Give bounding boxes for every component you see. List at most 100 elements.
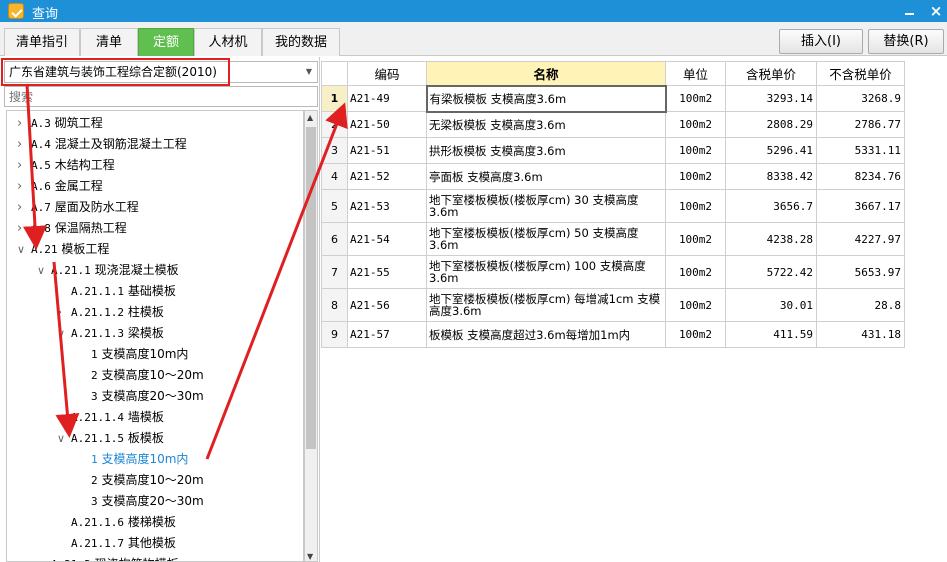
cell-notax-price[interactable]: 3667.17 bbox=[816, 189, 905, 223]
cell-code[interactable]: A21-54 bbox=[347, 222, 427, 256]
table-row[interactable]: 7 A21-55 地下室楼板模板(楼板厚cm) 100 支模高度3.6m 100m2 5… bbox=[321, 255, 905, 289]
tab-bill[interactable]: 清单 bbox=[80, 28, 138, 56]
tree-item-label: 屋面及防水工程 bbox=[54, 200, 139, 214]
row-number[interactable]: 7 bbox=[321, 255, 348, 289]
chevron-right-icon[interactable]: › bbox=[57, 407, 69, 428]
chevron-down-icon[interactable]: ∨ bbox=[37, 260, 49, 281]
cell-unit[interactable]: 100m2 bbox=[665, 137, 726, 164]
cell-unit[interactable]: 100m2 bbox=[665, 321, 726, 348]
cell-code[interactable]: A21-55 bbox=[347, 255, 427, 289]
row-number[interactable]: 4 bbox=[321, 163, 348, 190]
cell-tax-price[interactable]: 2808.29 bbox=[725, 111, 817, 138]
cell-name[interactable]: 亭面板 支模高度3.6m bbox=[426, 163, 666, 190]
table-row[interactable]: 3 A21-51 拱形板模板 支模高度3.6m 100m2 5296.41 5331.11 bbox=[321, 137, 905, 164]
chevron-down-icon[interactable]: ∨ bbox=[57, 428, 69, 449]
tree-item-code: A.3 bbox=[31, 117, 51, 130]
scroll-down-icon[interactable]: ▼ bbox=[307, 552, 313, 561]
search-input[interactable] bbox=[4, 86, 318, 107]
insert-button[interactable]: 插入(I) bbox=[779, 29, 863, 54]
cell-name[interactable]: 地下室楼板模板(楼板厚cm) 每增减1cm 支模高度3.6m bbox=[426, 288, 666, 322]
tree-item-code: A.7 bbox=[31, 201, 51, 214]
chevron-down-icon[interactable]: ▼ bbox=[306, 62, 312, 82]
header-unit[interactable]: 单位 bbox=[665, 61, 726, 86]
replace-button[interactable]: 替换(R) bbox=[868, 29, 944, 54]
cell-code[interactable]: A21-56 bbox=[347, 288, 427, 322]
cell-name[interactable]: 地下室楼板模板(楼板厚cm) 100 支模高度3.6m bbox=[426, 255, 666, 289]
cell-tax-price[interactable]: 5722.42 bbox=[725, 255, 817, 289]
cell-tax-price[interactable]: 4238.28 bbox=[725, 222, 817, 256]
cell-notax-price[interactable]: 5653.97 bbox=[816, 255, 905, 289]
header-tax-price[interactable]: 含税单价 bbox=[725, 61, 817, 86]
cell-notax-price[interactable]: 5331.11 bbox=[816, 137, 905, 164]
chevron-right-icon[interactable]: › bbox=[17, 176, 29, 197]
tab-bill-guide[interactable]: 清单指引 bbox=[4, 28, 80, 56]
cell-tax-price[interactable]: 8338.42 bbox=[725, 163, 817, 190]
cell-name[interactable]: 地下室楼板模板(楼板厚cm) 50 支模高度3.6m bbox=[426, 222, 666, 256]
cell-code[interactable]: A21-57 bbox=[347, 321, 427, 348]
cell-notax-price[interactable]: 4227.97 bbox=[816, 222, 905, 256]
cell-tax-price[interactable]: 3293.14 bbox=[725, 85, 817, 112]
chevron-right-icon[interactable]: › bbox=[17, 218, 29, 239]
cell-code[interactable]: A21-50 bbox=[347, 111, 427, 138]
cell-name[interactable]: 无梁板模板 支模高度3.6m bbox=[426, 111, 666, 138]
chevron-right-icon[interactable]: › bbox=[17, 134, 29, 155]
table-row[interactable]: 6 A21-54 地下室楼板模板(楼板厚cm) 50 支模高度3.6m 100m2 42… bbox=[321, 222, 905, 256]
cell-unit[interactable]: 100m2 bbox=[665, 189, 726, 223]
header-row-number bbox=[321, 61, 348, 86]
cell-code[interactable]: A21-53 bbox=[347, 189, 427, 223]
cell-name[interactable]: 板模板 支模高度超过3.6m每增加1m内 bbox=[426, 321, 666, 348]
table-row[interactable]: 2 A21-50 无梁板模板 支模高度3.6m 100m2 2808.29 2786.77 bbox=[321, 111, 905, 138]
minimize-button[interactable] bbox=[899, 2, 921, 20]
tab-quota[interactable]: 定额 bbox=[138, 28, 194, 56]
chevron-right-icon[interactable]: › bbox=[57, 302, 69, 323]
row-number[interactable]: 8 bbox=[321, 288, 348, 322]
table-row[interactable]: 5 A21-53 地下室楼板模板(楼板厚cm) 30 支模高度3.6m 100m2 36… bbox=[321, 189, 905, 223]
cell-code[interactable]: A21-52 bbox=[347, 163, 427, 190]
row-number[interactable]: 9 bbox=[321, 321, 348, 348]
cell-notax-price[interactable]: 431.18 bbox=[816, 321, 905, 348]
cell-name[interactable]: 地下室楼板模板(楼板厚cm) 30 支模高度3.6m bbox=[426, 189, 666, 223]
cell-unit[interactable]: 100m2 bbox=[665, 288, 726, 322]
tree-scrollbar[interactable]: ▲ ▼ bbox=[304, 110, 318, 562]
scroll-up-icon[interactable]: ▲ bbox=[307, 113, 313, 122]
cell-tax-price[interactable]: 30.01 bbox=[725, 288, 817, 322]
chevron-right-icon[interactable]: › bbox=[17, 113, 29, 134]
tab-my-data[interactable]: 我的数据 bbox=[262, 28, 340, 56]
row-number[interactable]: 3 bbox=[321, 137, 348, 164]
cell-name[interactable]: 拱形板模板 支模高度3.6m bbox=[426, 137, 666, 164]
cell-unit[interactable]: 100m2 bbox=[665, 163, 726, 190]
cell-tax-price[interactable]: 3656.7 bbox=[725, 189, 817, 223]
cell-code[interactable]: A21-49 bbox=[347, 85, 427, 112]
cell-notax-price[interactable]: 2786.77 bbox=[816, 111, 905, 138]
cell-code[interactable]: A21-51 bbox=[347, 137, 427, 164]
row-number[interactable]: 2 bbox=[321, 111, 348, 138]
cell-tax-price[interactable]: 5296.41 bbox=[725, 137, 817, 164]
row-number[interactable]: 6 bbox=[321, 222, 348, 256]
cell-name[interactable]: 有梁板模板 支模高度3.6m bbox=[425, 84, 667, 113]
tab-labor-material-machine[interactable]: 人材机 bbox=[194, 28, 262, 56]
cell-notax-price[interactable]: 3268.9 bbox=[816, 85, 905, 112]
header-notax-price[interactable]: 不含税单价 bbox=[816, 61, 905, 86]
table-row[interactable]: 4 A21-52 亭面板 支模高度3.6m 100m2 8338.42 8234.76 bbox=[321, 163, 905, 190]
header-code[interactable]: 编码 bbox=[347, 61, 427, 86]
cell-notax-price[interactable]: 8234.76 bbox=[816, 163, 905, 190]
row-number[interactable]: 5 bbox=[321, 189, 348, 223]
cell-unit[interactable]: 100m2 bbox=[665, 255, 726, 289]
table-row[interactable]: 1 A21-49 有梁板模板 支模高度3.6m 100m2 3293.14 3268.9 bbox=[321, 84, 905, 113]
row-number[interactable]: 1 bbox=[321, 85, 348, 112]
chevron-down-icon[interactable]: ∨ bbox=[57, 323, 69, 344]
chevron-right-icon[interactable]: › bbox=[17, 155, 29, 176]
table-row[interactable]: 8 A21-56 地下室楼板模板(楼板厚cm) 每增减1cm 支模高度3.6m 100… bbox=[321, 288, 905, 322]
cell-tax-price[interactable]: 411.59 bbox=[725, 321, 817, 348]
chevron-right-icon[interactable]: › bbox=[17, 197, 29, 218]
cell-unit[interactable]: 100m2 bbox=[665, 85, 726, 112]
cell-unit[interactable]: 100m2 bbox=[665, 222, 726, 256]
table-row[interactable]: 9 A21-57 板模板 支模高度超过3.6m每增加1m内 100m2 411.59 43… bbox=[321, 321, 905, 348]
cell-notax-price[interactable]: 28.8 bbox=[816, 288, 905, 322]
chevron-down-icon[interactable]: ∨ bbox=[17, 239, 29, 260]
chevron-right-icon[interactable]: › bbox=[37, 554, 49, 561]
close-button[interactable]: × bbox=[925, 2, 947, 20]
cell-unit[interactable]: 100m2 bbox=[665, 111, 726, 138]
scrollbar-thumb[interactable] bbox=[306, 127, 316, 449]
header-name[interactable]: 名称 bbox=[426, 61, 666, 86]
